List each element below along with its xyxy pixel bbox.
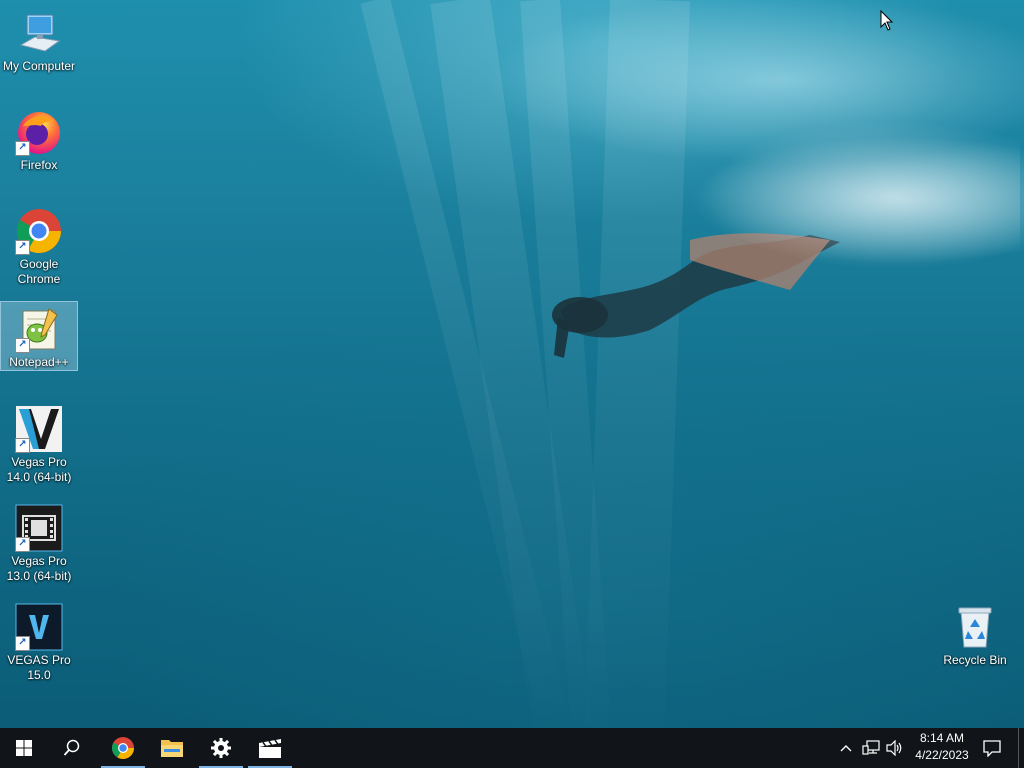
tray-overflow-button[interactable] bbox=[836, 728, 856, 768]
notepadpp-icon: ↗ bbox=[15, 305, 63, 353]
clock-time: 8:14 AM bbox=[919, 731, 965, 745]
desktop-icon-label: Recycle Bin bbox=[943, 653, 1007, 667]
action-center-icon bbox=[983, 740, 1001, 757]
desktop-icon-label: Notepad++ bbox=[9, 355, 69, 369]
desktop-icon-label: My Computer bbox=[2, 59, 76, 73]
desktop-icon-recycle-bin[interactable]: Recycle Bin bbox=[937, 600, 1013, 668]
shortcut-arrow-icon: ↗ bbox=[15, 537, 30, 552]
speaker-icon bbox=[886, 740, 902, 756]
search-button[interactable] bbox=[48, 728, 96, 768]
taskbar-clock[interactable]: 8:14 AM 4/22/2023 bbox=[908, 730, 976, 764]
desktop-icon-label: Firefox bbox=[20, 158, 58, 172]
start-button[interactable] bbox=[0, 728, 48, 768]
desktop-icon-vegas-pro-15[interactable]: ↗ VEGAS Pro 15.0 bbox=[1, 600, 77, 683]
desktop-icon-vegas-pro-13[interactable]: ↗ Vegas Pro 13.0 (64-bit) bbox=[1, 501, 77, 584]
surface-foam bbox=[700, 120, 1020, 270]
chevron-up-icon bbox=[840, 745, 852, 752]
desktop-background[interactable]: My Computer ↗ Firefox ↗ Google Chrome ↗ … bbox=[0, 0, 1024, 728]
desktop-icon-label: Vegas Pro 14.0 (64-bit) bbox=[6, 455, 72, 484]
desktop-icon-firefox[interactable]: ↗ Firefox bbox=[1, 105, 77, 173]
clock-date: 4/22/2023 bbox=[915, 748, 969, 762]
vegas-15-icon: ↗ bbox=[15, 603, 63, 651]
chrome-icon: ↗ bbox=[15, 207, 63, 255]
vegas-13-icon: ↗ bbox=[15, 504, 63, 552]
shortcut-arrow-icon: ↗ bbox=[15, 438, 30, 453]
gear-icon bbox=[211, 738, 231, 758]
taskbar: 8:14 AM 4/22/2023 bbox=[0, 728, 1024, 768]
action-center-button[interactable] bbox=[976, 728, 1008, 768]
desktop-icon-google-chrome[interactable]: ↗ Google Chrome bbox=[1, 204, 77, 287]
desktop-icon-notepadpp[interactable]: ↗ Notepad++ bbox=[0, 301, 78, 371]
shortcut-arrow-icon: ↗ bbox=[15, 141, 30, 156]
firefox-icon: ↗ bbox=[15, 108, 63, 156]
shortcut-arrow-icon: ↗ bbox=[15, 338, 30, 353]
show-desktop-button[interactable] bbox=[1018, 728, 1024, 768]
shortcut-arrow-icon: ↗ bbox=[15, 636, 30, 651]
tray-volume-button[interactable] bbox=[884, 728, 906, 768]
mouse-cursor-icon bbox=[880, 10, 894, 31]
desktop-icon-label: VEGAS Pro 15.0 bbox=[7, 653, 71, 682]
chrome-icon bbox=[112, 737, 134, 759]
recycle-bin-icon bbox=[951, 603, 999, 651]
taskbar-media-button[interactable] bbox=[246, 728, 294, 768]
computer-icon bbox=[15, 9, 63, 57]
taskbar-chrome-button[interactable] bbox=[99, 728, 147, 768]
taskbar-settings-button[interactable] bbox=[197, 728, 245, 768]
desktop-icon-label: Vegas Pro 13.0 (64-bit) bbox=[6, 554, 72, 583]
folder-icon bbox=[161, 740, 183, 757]
desktop-icon-vegas-pro-14[interactable]: ↗ Vegas Pro 14.0 (64-bit) bbox=[1, 402, 77, 485]
network-icon bbox=[862, 740, 880, 755]
search-icon bbox=[63, 739, 80, 756]
windows-start-icon bbox=[16, 740, 32, 756]
shortcut-arrow-icon: ↗ bbox=[15, 240, 30, 255]
clapperboard-icon bbox=[259, 739, 281, 758]
taskbar-file-explorer-button[interactable] bbox=[148, 728, 196, 768]
tray-network-button[interactable] bbox=[860, 728, 882, 768]
desktop-icon-label: Google Chrome bbox=[17, 257, 61, 286]
desktop-icon-my-computer[interactable]: My Computer bbox=[1, 6, 77, 74]
vegas-14-icon: ↗ bbox=[15, 405, 63, 453]
